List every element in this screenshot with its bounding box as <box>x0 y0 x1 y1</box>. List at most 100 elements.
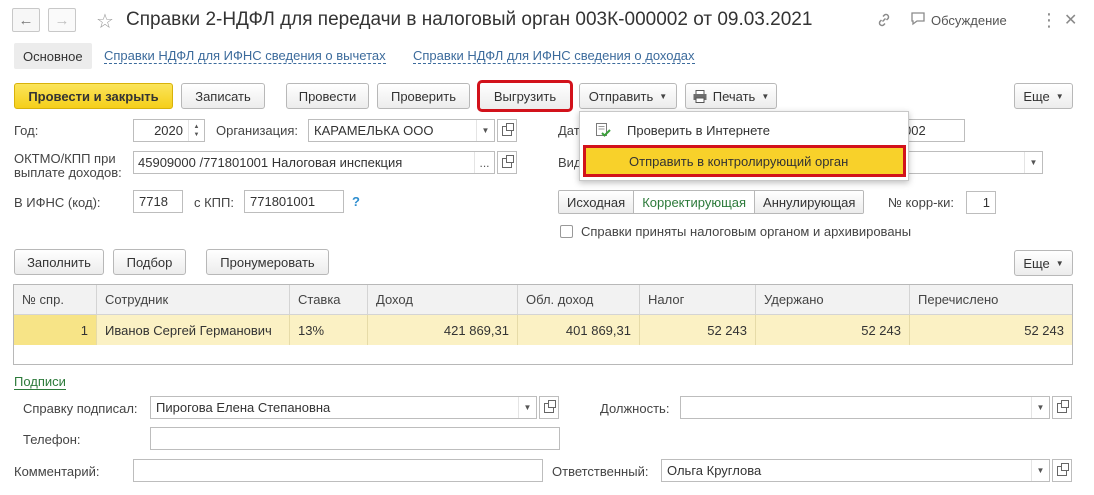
cell-rate: 13% <box>290 315 368 345</box>
col-employee[interactable]: Сотрудник <box>97 285 290 314</box>
more-vertical-icon[interactable]: ⋮ <box>1040 10 1058 31</box>
oktmo-value: 45909000 /771801001 Налоговая инспекция <box>138 155 403 170</box>
organization-value: КАРАМЕЛЬКА ООО <box>314 123 434 138</box>
seg-original[interactable]: Исходная <box>559 191 635 213</box>
chevron-down-icon[interactable]: ▼ <box>518 397 536 418</box>
responsible-label: Ответственный: <box>552 464 649 479</box>
fill-button[interactable]: Заполнить <box>14 249 104 275</box>
ifns-field[interactable]: 7718 <box>133 190 183 213</box>
post-and-close-button[interactable]: Провести и закрыть <box>14 83 173 109</box>
kpp-value: 771801001 <box>250 194 316 209</box>
responsible-open-button[interactable] <box>1052 459 1072 482</box>
col-transferred[interactable]: Перечислено <box>910 285 1072 314</box>
ifns-label: В ИФНС (код): <box>14 195 101 210</box>
help-icon[interactable]: ? <box>352 194 360 209</box>
select-dots-icon[interactable]: ... <box>474 152 494 173</box>
page-title: Справки 2-НДФЛ для передачи в налоговый … <box>126 9 813 30</box>
tab-deductions-link[interactable]: Справки НДФЛ для ИФНС сведения о вычетах <box>104 48 386 64</box>
more-button[interactable]: Еще ▼ <box>1014 83 1073 109</box>
corr-number-field[interactable]: 1 <box>966 191 996 214</box>
open-icon <box>1057 462 1069 476</box>
back-button[interactable]: ← <box>12 8 40 32</box>
chevron-down-icon: ▼ <box>659 91 668 101</box>
cell-withheld: 52 243 <box>756 315 910 345</box>
col-withheld[interactable]: Удержано <box>756 285 910 314</box>
kpp-label: с КПП: <box>194 195 234 210</box>
kind-field[interactable]: ▼ <box>898 151 1043 174</box>
chevron-down-icon[interactable]: ▼ <box>1024 152 1042 173</box>
spin-icon[interactable]: ▲ ▼ <box>188 120 204 141</box>
table-header: № спр. Сотрудник Ставка Доход Обл. доход… <box>14 285 1072 315</box>
phone-label: Телефон: <box>23 432 81 447</box>
close-icon[interactable]: ✕ <box>1064 10 1077 30</box>
cell-transferred: 52 243 <box>1024 322 1064 338</box>
discuss-button[interactable]: Обсуждение <box>910 12 1007 29</box>
tab-main[interactable]: Основное <box>14 43 92 69</box>
menu-item-send-to-authority[interactable]: Отправить в контролирующий орган <box>583 145 906 177</box>
responsible-field[interactable]: Ольга Круглова ▼ <box>661 459 1050 482</box>
discuss-label: Обсуждение <box>931 13 1007 28</box>
signed-by-value: Пирогова Елена Степановна <box>156 400 331 415</box>
table-more-label: Еще <box>1023 255 1050 271</box>
cell-taxable-income: 401 869,31 <box>518 315 640 345</box>
check-button[interactable]: Проверить <box>377 83 470 109</box>
position-field[interactable]: ▼ <box>680 396 1050 419</box>
col-income[interactable]: Доход <box>368 285 518 314</box>
printer-icon <box>693 89 707 103</box>
open-icon <box>502 122 514 136</box>
kpp-field[interactable]: 771801001 <box>244 190 344 213</box>
oktmo-label-line1: ОКТМО/КПП при <box>14 151 116 166</box>
check-document-icon <box>595 122 611 138</box>
star-icon[interactable]: ☆ <box>96 9 114 34</box>
col-number[interactable]: № спр. <box>14 285 97 314</box>
corr-number-value: 1 <box>982 195 990 210</box>
link-icon[interactable] <box>876 12 892 28</box>
year-label: Год: <box>14 123 39 138</box>
menu-item-send-to-authority-label: Отправить в контролирующий орган <box>629 153 849 169</box>
open-icon <box>1057 399 1069 413</box>
col-tax[interactable]: Налог <box>640 285 756 314</box>
organization-field[interactable]: КАРАМЕЛЬКА ООО ▼ <box>308 119 495 142</box>
corr-number-label: № корр-ки: <box>888 195 954 210</box>
oktmo-open-button[interactable] <box>497 151 517 174</box>
forward-button[interactable]: → <box>48 8 76 32</box>
position-open-button[interactable] <box>1052 396 1072 419</box>
signatures-link[interactable]: Подписи <box>14 375 66 390</box>
date-label: Дат <box>558 123 580 138</box>
chevron-down-icon: ▼ <box>1055 91 1064 101</box>
table-more-button[interactable]: Еще ▼ <box>1014 250 1073 276</box>
chevron-down-icon[interactable]: ▼ <box>1031 460 1049 481</box>
pick-button[interactable]: Подбор <box>113 249 186 275</box>
send-label: Отправить <box>588 88 654 104</box>
print-label: Печать <box>712 88 756 104</box>
col-taxable-income[interactable]: Обл. доход <box>518 285 640 314</box>
seg-corrective[interactable]: Корректирующая <box>634 191 756 213</box>
signed-by-open-button[interactable] <box>539 396 559 419</box>
correction-type-selector[interactable]: Исходная Корректирующая Аннулирующая <box>558 190 865 214</box>
signed-by-field[interactable]: Пирогова Елена Степановна ▼ <box>150 396 537 419</box>
tab-incomes-link[interactable]: Справки НДФЛ для ИФНС сведения о доходах <box>413 48 695 64</box>
renumber-button[interactable]: Пронумеровать <box>206 249 329 275</box>
year-field[interactable]: 2020 ▲ ▼ <box>133 119 205 142</box>
employees-table[interactable]: № спр. Сотрудник Ставка Доход Обл. доход… <box>13 284 1073 365</box>
organization-open-button[interactable] <box>497 119 517 142</box>
open-icon <box>502 154 514 168</box>
table-row[interactable]: 1 Иванов Сергей Германович 13% 421 869,3… <box>14 315 1072 345</box>
menu-item-check-internet[interactable]: Проверить в Интернете <box>580 115 908 145</box>
col-rate[interactable]: Ставка <box>290 285 368 314</box>
post-button[interactable]: Провести <box>286 83 369 109</box>
chevron-down-icon[interactable]: ▼ <box>1031 397 1049 418</box>
chevron-down-icon[interactable]: ▼ <box>476 120 494 141</box>
export-button[interactable]: Выгрузить <box>477 80 573 112</box>
comment-field[interactable] <box>133 459 543 482</box>
phone-field[interactable] <box>150 427 560 450</box>
accepted-checkbox[interactable] <box>560 225 573 238</box>
save-button[interactable]: Записать <box>181 83 265 109</box>
send-button[interactable]: Отправить ▼ <box>579 83 677 109</box>
oktmo-label-line2: выплате доходов: <box>14 165 122 180</box>
forward-arrow-icon: → <box>54 11 70 29</box>
chevron-down-icon: ▼ <box>1055 258 1064 268</box>
print-button[interactable]: Печать ▼ <box>685 83 777 109</box>
oktmo-field[interactable]: 45909000 /771801001 Налоговая инспекция … <box>133 151 495 174</box>
seg-cancelling[interactable]: Аннулирующая <box>755 191 864 213</box>
